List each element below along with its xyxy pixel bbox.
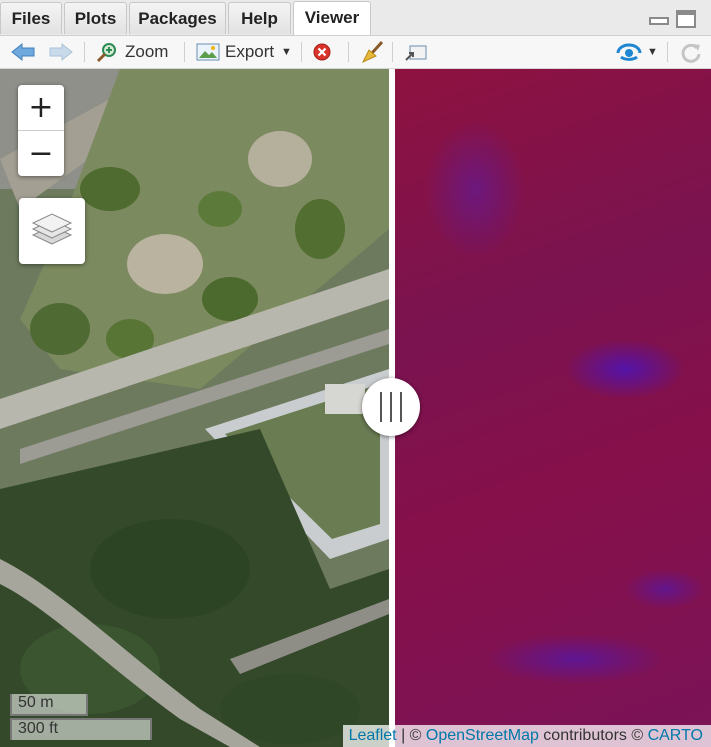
map-attribution: Leaflet | © OpenStreetMap contributors ©… [342, 725, 711, 747]
viewer-toolbar: Zoom Export ▼ ▼ [0, 36, 711, 69]
swipe-handle[interactable] [362, 378, 420, 436]
broom-clear-all-icon[interactable] [360, 40, 386, 64]
scale-bar-imperial: 300 ft [10, 718, 152, 740]
publish-dropdown-icon[interactable]: ▼ [647, 36, 658, 68]
leaflet-link[interactable]: Leaflet [349, 727, 397, 744]
openstreetmap-link[interactable]: OpenStreetMap [426, 727, 539, 744]
attribution-contributors: contributors © [538, 727, 648, 744]
maximize-pane-icon[interactable] [676, 10, 696, 28]
export-button[interactable]: Export [225, 36, 274, 68]
clear-viewer-icon[interactable] [312, 42, 334, 64]
export-dropdown-icon[interactable]: ▼ [281, 36, 292, 68]
tab-files[interactable]: Files [0, 2, 62, 34]
grip-line-icon [390, 392, 392, 422]
back-arrow-icon[interactable] [10, 42, 36, 62]
show-in-new-window-icon[interactable] [404, 43, 428, 63]
tab-help[interactable]: Help [228, 2, 291, 34]
zoom-out-button[interactable]: − [18, 130, 64, 176]
grip-line-icon [400, 392, 402, 422]
scale-bar-metric: 50 m [10, 694, 88, 716]
tab-viewer[interactable]: Viewer [293, 1, 371, 35]
layers-icon [31, 213, 73, 245]
refresh-icon[interactable] [680, 42, 702, 64]
carto-link[interactable]: CARTO [648, 727, 703, 744]
leaflet-map[interactable]: + − 50 m 300 ft Leaflet | © OpenStreetMa… [0, 69, 711, 747]
grip-line-icon [380, 392, 382, 422]
publish-icon[interactable] [615, 43, 643, 63]
layers-control-button[interactable] [19, 198, 85, 264]
export-image-icon[interactable] [196, 43, 220, 61]
pane-tab-bar: Files Plots Packages Help Viewer [0, 0, 711, 36]
zoom-magnifier-icon[interactable] [96, 42, 118, 64]
tab-packages[interactable]: Packages [129, 2, 226, 34]
minimize-pane-icon[interactable] [649, 17, 669, 25]
zoom-button[interactable]: Zoom [125, 36, 168, 68]
zoom-control: + − [18, 85, 64, 176]
tab-plots[interactable]: Plots [64, 2, 127, 34]
satellite-imagery-pane[interactable]: + − 50 m 300 ft [0, 69, 389, 747]
forward-arrow-icon[interactable] [48, 42, 74, 62]
zoom-in-button[interactable]: + [18, 85, 64, 130]
attribution-separator: | © [396, 727, 426, 744]
raster-overlay-pane[interactable] [395, 69, 711, 747]
